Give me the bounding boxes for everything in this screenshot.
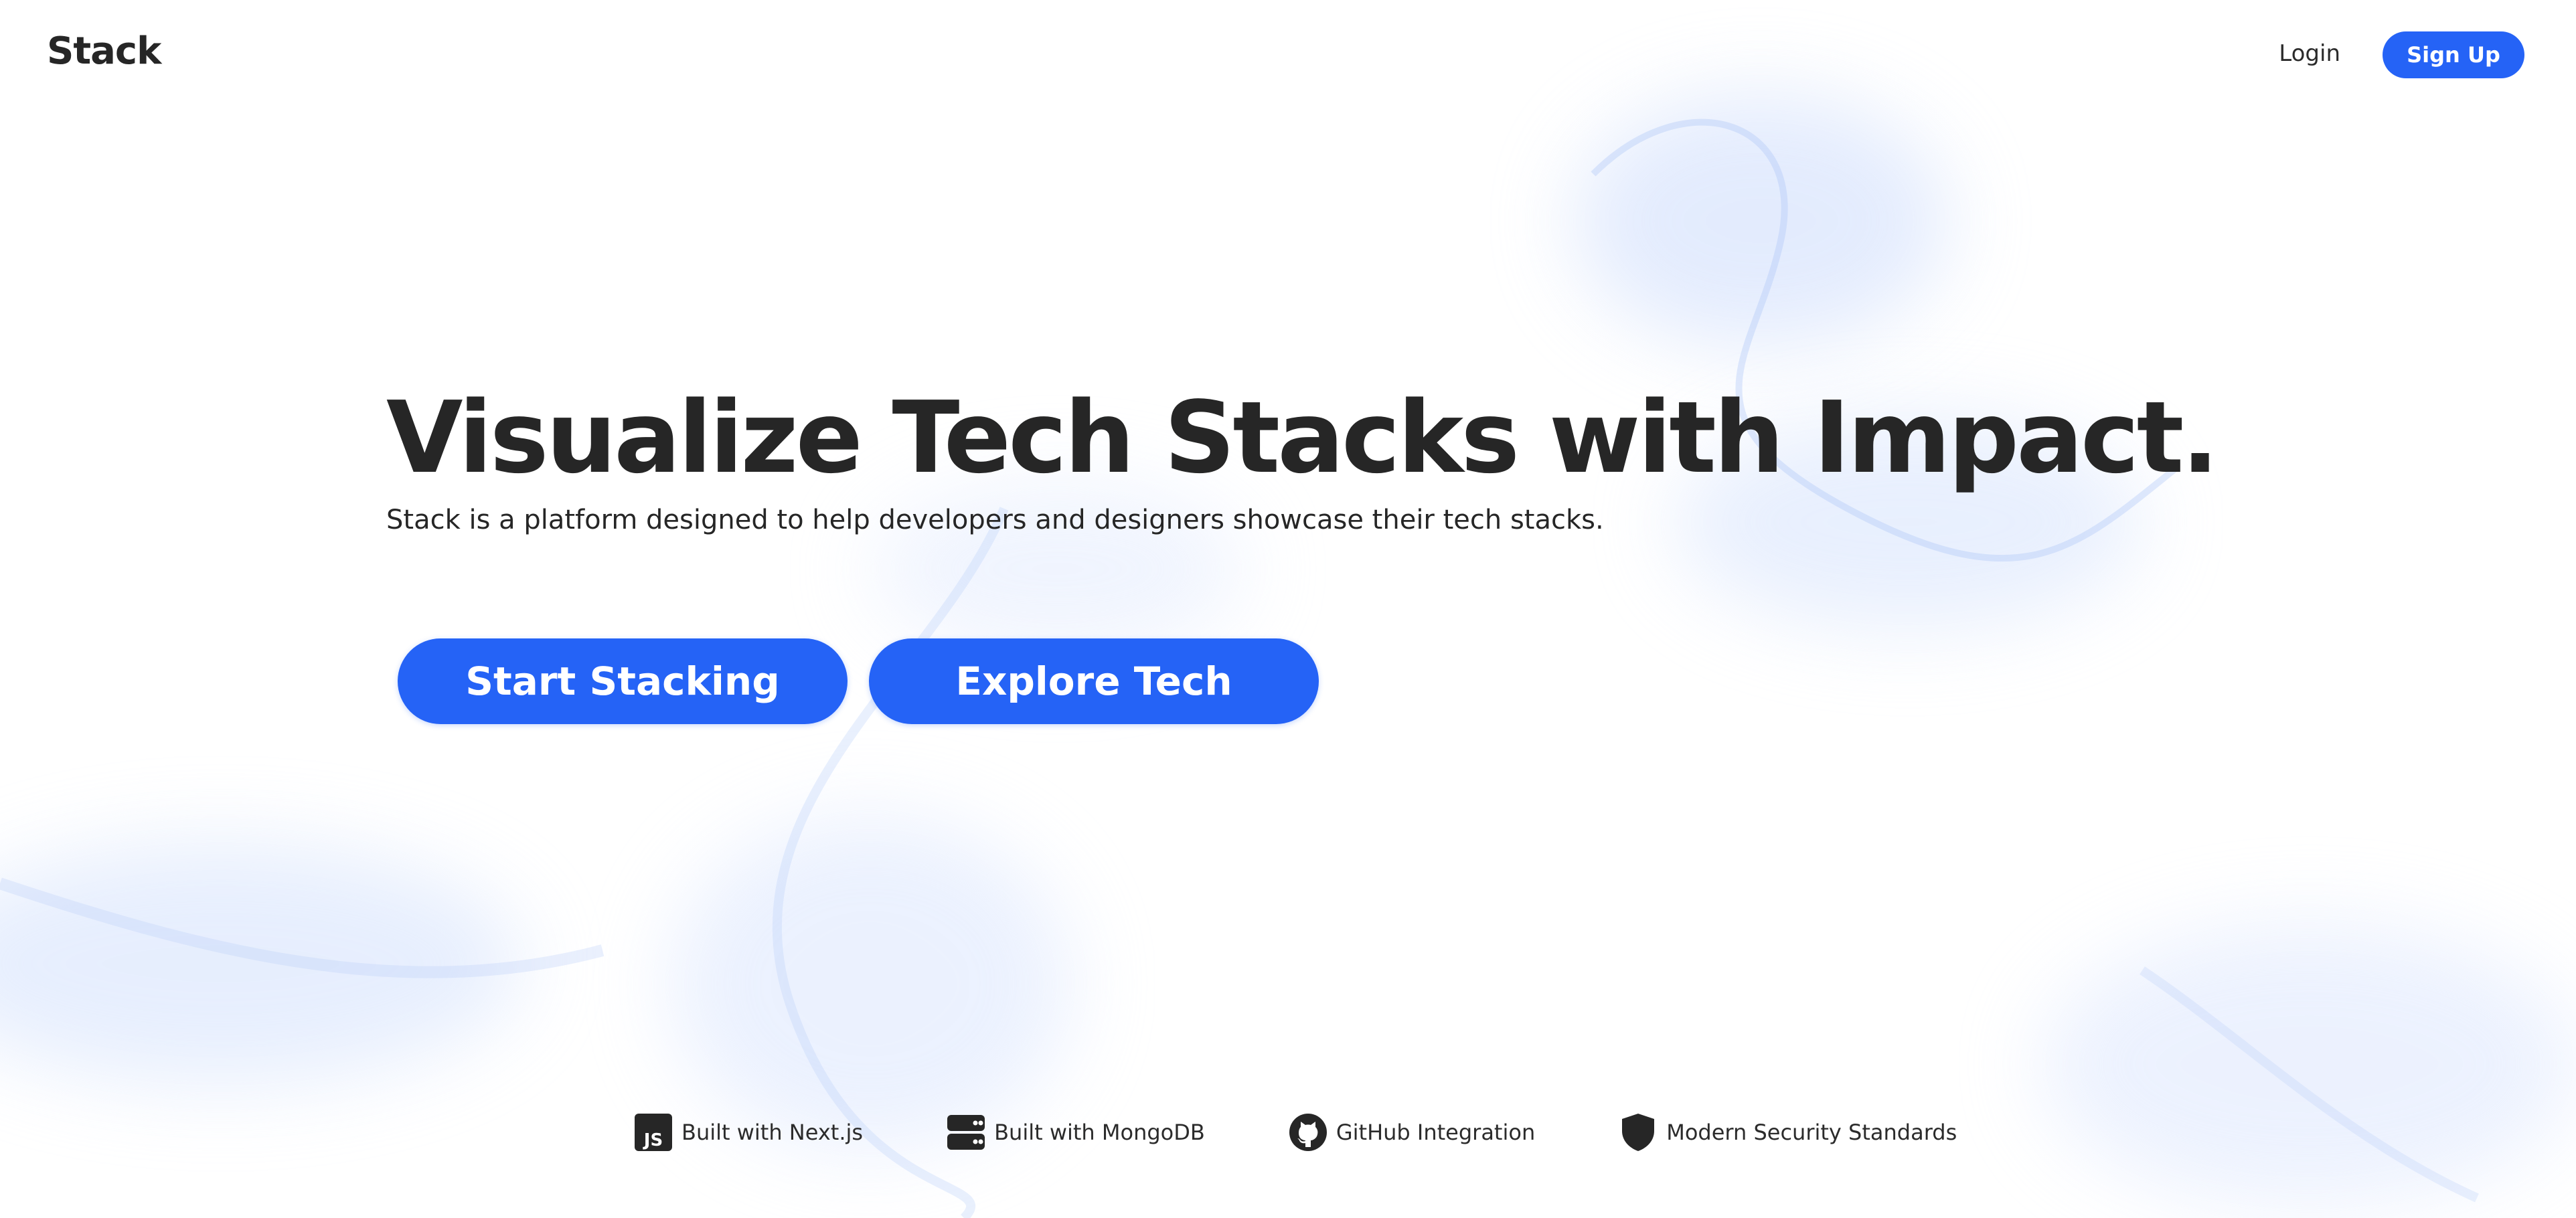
- smoke-background: [0, 0, 2576, 1218]
- hero-actions: Start Stacking Explore Tech: [398, 638, 1319, 724]
- feature-strip: JS Built with Next.js Built with MongoDB…: [633, 1112, 1957, 1152]
- feature-label: GitHub Integration: [1336, 1120, 1536, 1145]
- hero-subtitle: Stack is a platform designed to help dev…: [386, 505, 1604, 535]
- feature-label: Built with MongoDB: [994, 1120, 1205, 1145]
- site-logo[interactable]: Stack: [47, 29, 161, 73]
- top-navigation: Stack Login Sign Up: [0, 0, 2576, 107]
- feature-security: Modern Security Standards: [1618, 1112, 1957, 1152]
- feature-github: GitHub Integration: [1288, 1112, 1535, 1152]
- login-link[interactable]: Login: [2279, 40, 2340, 67]
- signup-button[interactable]: Sign Up: [2383, 31, 2524, 78]
- feature-nextjs: JS Built with Next.js: [633, 1112, 863, 1152]
- database-server-icon: [946, 1112, 986, 1152]
- start-stacking-button[interactable]: Start Stacking: [398, 638, 848, 724]
- github-icon: [1288, 1112, 1328, 1152]
- hero-title: Visualize Tech Stacks with Impact.: [386, 380, 2219, 495]
- feature-label: Modern Security Standards: [1666, 1120, 1957, 1145]
- hero-section: Visualize Tech Stacks with Impact. Stack…: [386, 375, 2328, 539]
- javascript-icon: JS: [633, 1112, 673, 1152]
- shield-icon: [1618, 1112, 1658, 1152]
- feature-label: Built with Next.js: [681, 1120, 864, 1145]
- explore-tech-button[interactable]: Explore Tech: [869, 638, 1319, 724]
- feature-mongodb: Built with MongoDB: [946, 1112, 1205, 1152]
- svg-text:JS: JS: [643, 1130, 663, 1150]
